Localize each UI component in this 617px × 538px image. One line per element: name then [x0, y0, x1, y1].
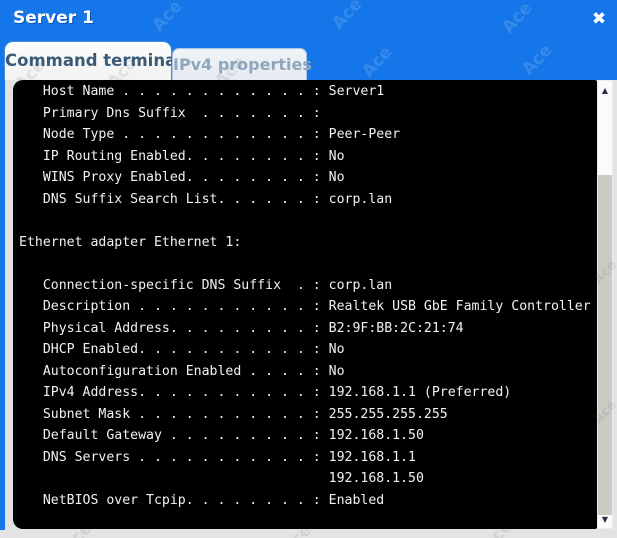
scroll-down-icon[interactable]: ▼	[597, 513, 613, 528]
window-title: Server 1	[13, 8, 94, 28]
watermark-text: Ace	[358, 42, 396, 81]
close-icon[interactable]: ✖	[588, 8, 610, 30]
tab-ipv4-properties[interactable]: IPv4 properties Ace	[172, 48, 307, 80]
tab-label: Command terminal	[5, 51, 182, 70]
scrollbar-thumb[interactable]: Ace Ace	[598, 175, 612, 515]
watermark-text: Ace	[498, 0, 536, 38]
command-terminal-output[interactable]: Host Name . . . . . . . . . . . . : Serv…	[13, 80, 597, 529]
terminal-scrollbar[interactable]: ▲ Ace Ace ▼	[597, 80, 613, 529]
title-bar: Ace Ace Ace Server 1 ✖	[0, 0, 617, 38]
server-dialog: Ace Ace Ace Server 1 ✖ Command terminal …	[0, 0, 617, 538]
tab-label: IPv4 properties	[173, 55, 312, 74]
dialog-left-border	[0, 80, 5, 530]
scroll-up-icon[interactable]: ▲	[597, 82, 613, 100]
ipconfig-output-text: Host Name . . . . . . . . . . . . : Serv…	[13, 80, 597, 511]
watermark-text: Ace	[328, 0, 366, 34]
tab-command-terminal[interactable]: Command terminal Ace Ace	[5, 42, 171, 80]
watermark-text: Ace	[148, 0, 186, 36]
watermark-text: Ace	[518, 40, 556, 79]
tab-bar: Command terminal Ace Ace IPv4 properties…	[0, 38, 617, 80]
